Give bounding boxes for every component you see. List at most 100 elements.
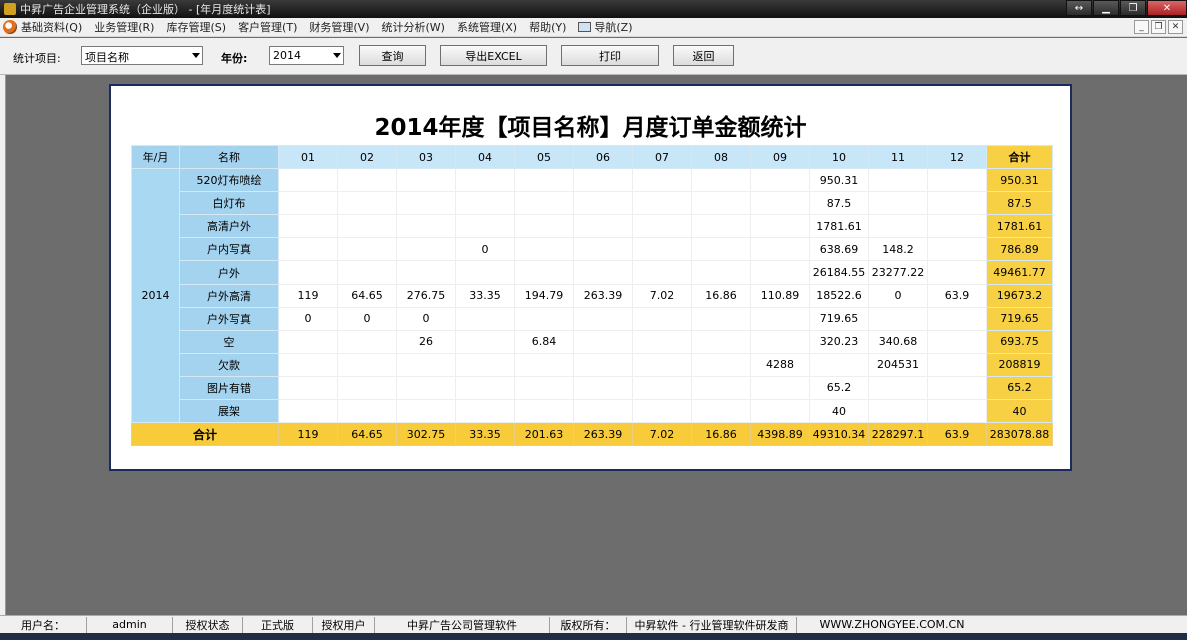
- value-cell: 276.75: [396, 283, 456, 308]
- year-month-header: 年/月: [131, 144, 180, 170]
- title-bar: 中昇广告企业管理系统（企业版） - [年月度统计表] ↔ ▁ ❐ ✕: [0, 0, 1187, 18]
- value-cell: [927, 399, 987, 424]
- value-cell: [632, 260, 692, 285]
- value-cell: 64.65: [337, 283, 397, 308]
- table-row: 户外写真 0 0 0 719.65 719.65: [132, 306, 1053, 331]
- value-cell: [868, 168, 928, 193]
- table-row: 户外高清 119 64.65 276.75 33.35 194.79 263.39 7.02 1…: [132, 283, 1053, 308]
- stat-item-value: 项目名称: [85, 51, 129, 64]
- value-cell: 950.31: [809, 168, 869, 193]
- chevron-down-icon: [333, 53, 341, 58]
- value-cell: [455, 260, 515, 285]
- menu-finance[interactable]: 财务管理(V): [309, 19, 369, 35]
- item-name-cell: 欠款: [179, 352, 279, 377]
- table-row: 欠款 4288 204531 208819: [132, 352, 1053, 377]
- row-total-cell: 40: [986, 399, 1053, 424]
- month-header: 11: [868, 144, 928, 170]
- minimize-button[interactable]: ▁: [1093, 0, 1119, 16]
- menu-statistics[interactable]: 统计分析(W): [381, 19, 444, 35]
- copyright-value: 中昇软件 - 行业管理软件研发商: [627, 616, 797, 633]
- value-cell: [868, 191, 928, 216]
- month-header: 03: [396, 144, 456, 170]
- value-cell: 110.89: [750, 283, 810, 308]
- value-cell: [337, 168, 397, 193]
- stat-item-select[interactable]: 项目名称: [81, 46, 203, 65]
- menu-system[interactable]: 系统管理(X): [457, 19, 517, 35]
- value-cell: [455, 375, 515, 401]
- value-cell: [691, 306, 751, 331]
- value-cell: [396, 214, 456, 239]
- value-cell: [691, 352, 751, 377]
- value-cell: [632, 237, 692, 262]
- menu-help[interactable]: 帮助(Y): [529, 19, 566, 35]
- row-total-cell: 19673.2: [986, 283, 1053, 308]
- navigation-icon: [578, 22, 592, 32]
- value-cell: [278, 352, 338, 377]
- item-name-cell: 白灯布: [179, 191, 279, 216]
- value-cell: [868, 399, 928, 424]
- value-cell: [337, 237, 397, 262]
- menu-basic-data[interactable]: 基础资料(Q): [21, 19, 82, 35]
- value-cell: [927, 237, 987, 262]
- export-excel-button[interactable]: 导出EXCEL: [440, 45, 547, 66]
- value-cell: [927, 375, 987, 401]
- value-cell: [691, 191, 751, 216]
- menu-navigation[interactable]: 导航(Z): [578, 19, 633, 35]
- menu-customer[interactable]: 客户管理(T): [238, 19, 297, 35]
- value-cell: [632, 329, 692, 354]
- value-cell: 7.02: [632, 283, 692, 308]
- license-value: 正式版: [243, 616, 313, 633]
- grand-total-cell: 7.02: [632, 422, 692, 447]
- value-cell: [691, 375, 751, 401]
- year-select[interactable]: 2014: [269, 46, 344, 65]
- value-cell: [455, 329, 515, 354]
- value-cell: [396, 352, 456, 377]
- licensee-label: 授权用户: [313, 616, 375, 633]
- back-button[interactable]: 返回: [673, 45, 734, 66]
- value-cell: [691, 168, 751, 193]
- menu-business[interactable]: 业务管理(R): [94, 19, 154, 35]
- value-cell: [514, 191, 574, 216]
- grand-total-cell: 64.65: [337, 422, 397, 447]
- close-button[interactable]: ✕: [1147, 0, 1187, 16]
- total-header: 合计: [986, 144, 1053, 170]
- value-cell: [278, 375, 338, 401]
- value-cell: [514, 237, 574, 262]
- menu-inventory[interactable]: 库存管理(S): [166, 19, 226, 35]
- stat-item-label: 统计项目:: [13, 52, 61, 65]
- license-label: 授权状态: [173, 616, 243, 633]
- row-total-cell: 950.31: [986, 168, 1053, 193]
- report-table: 年/月 名称 01 02 03 04 05 06 07 08 09 10 11 …: [131, 144, 1053, 447]
- value-cell: [278, 168, 338, 193]
- value-cell: 204531: [868, 352, 928, 377]
- value-cell: [337, 260, 397, 285]
- mdi-restore-button[interactable]: ❐: [1151, 20, 1166, 34]
- print-button[interactable]: 打印: [561, 45, 659, 66]
- value-cell: [632, 375, 692, 401]
- website-text: WWW.ZHONGYEE.COM.CN: [819, 618, 965, 631]
- maximize-button[interactable]: ❐: [1120, 0, 1146, 16]
- restore-arrows-icon[interactable]: ↔: [1066, 0, 1092, 16]
- value-cell: [455, 399, 515, 424]
- value-cell: [573, 375, 633, 401]
- value-cell: [750, 237, 810, 262]
- value-cell: [927, 306, 987, 331]
- value-cell: [750, 306, 810, 331]
- value-cell: [337, 399, 397, 424]
- licensee-value: 中昇广告公司管理软件: [375, 616, 550, 633]
- value-cell: [750, 329, 810, 354]
- table-row: 图片有错 65.2 65.2: [132, 375, 1053, 401]
- row-total-cell: 1781.61: [986, 214, 1053, 239]
- grand-total-sum: 283078.88: [986, 422, 1053, 447]
- value-cell: [632, 306, 692, 331]
- value-cell: 16.86: [691, 283, 751, 308]
- app-icon: [4, 3, 16, 15]
- app-menu-icon[interactable]: [3, 20, 17, 34]
- status-bar: 用户名： admin 授权状态 正式版 授权用户 中昇广告公司管理软件 版权所有…: [0, 615, 1187, 633]
- month-header: 06: [573, 144, 633, 170]
- item-name-cell: 空: [179, 329, 279, 354]
- query-button[interactable]: 查询: [359, 45, 426, 66]
- mdi-close-button[interactable]: ✕: [1168, 20, 1183, 34]
- month-header: 07: [632, 144, 692, 170]
- mdi-minimize-button[interactable]: _: [1134, 20, 1149, 34]
